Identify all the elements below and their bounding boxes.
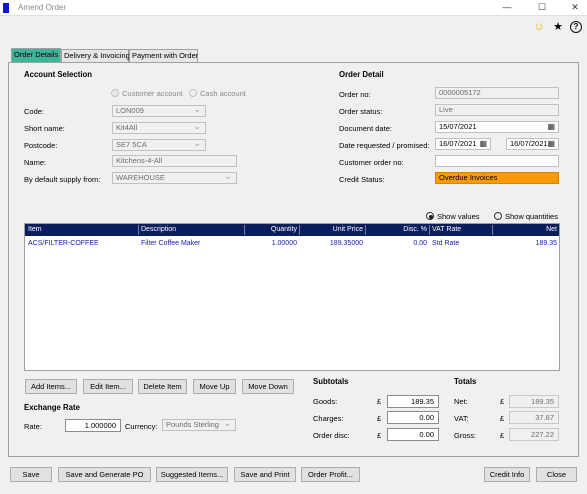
name-field[interactable]: Kitchens-4-All — [112, 155, 237, 167]
col-description[interactable]: Description — [141, 224, 176, 236]
date-requested-field[interactable]: 16/07/2021 — [435, 138, 491, 150]
date-requested-label: Date requested / promised: — [339, 141, 430, 150]
charges-currency-symbol: £ — [377, 414, 382, 423]
document-date-field[interactable]: 15/07/2021 — [435, 121, 559, 133]
order-no-field: 0000005172 — [435, 87, 559, 99]
app-icon — [3, 3, 9, 13]
order-status-field: Live — [435, 104, 559, 116]
star-icon[interactable]: ★ — [551, 20, 565, 34]
credit-status-label: Credit Status: — [339, 175, 385, 184]
net-label: Net: — [454, 397, 468, 406]
move-down-button[interactable]: Move Down — [242, 379, 294, 394]
move-up-button[interactable]: Move Up — [193, 379, 236, 394]
col-quantity[interactable]: Quantity — [245, 224, 297, 236]
gross-label: Gross: — [454, 431, 477, 440]
show-quantities-label: Show quantities — [505, 212, 558, 221]
vat-label: VAT: — [454, 414, 469, 423]
save-generate-po-button[interactable]: Save and Generate PO — [58, 467, 151, 482]
customer-account-radio[interactable] — [111, 89, 119, 97]
col-unit-price[interactable]: Unit Price — [300, 224, 363, 236]
goods-value: 189.35 — [387, 395, 439, 408]
order-disc-input[interactable]: 0.00 — [387, 428, 439, 441]
customer-order-no-input[interactable] — [435, 155, 559, 167]
goods-currency-symbol: £ — [377, 397, 382, 406]
col-net[interactable]: Net — [493, 224, 557, 236]
date-promised-field[interactable]: 16/07/2021 — [506, 138, 559, 150]
net-currency-symbol: £ — [500, 397, 505, 406]
disc-currency-symbol: £ — [377, 431, 382, 440]
cash-account-radio[interactable] — [189, 89, 197, 97]
tab-order-details[interactable]: Order Details — [11, 48, 61, 62]
order-lines-grid[interactable]: Item Description Quantity Unit Price Dis… — [24, 223, 560, 371]
exchange-rate-heading: Exchange Rate — [24, 403, 80, 412]
smiley-icon[interactable]: ☺ — [532, 20, 546, 34]
rate-label: Rate: — [24, 422, 42, 431]
credit-info-button[interactable]: Credit Info — [484, 467, 530, 482]
default-supply-select[interactable]: WAREHOUSE — [112, 172, 237, 184]
order-detail-heading: Order Detail — [339, 70, 384, 79]
currency-select[interactable]: Pounds Sterling — [162, 419, 236, 431]
row-vat-rate[interactable]: Std Rate — [432, 238, 459, 249]
title-bar: Amend Order — ☐ ✕ — [0, 0, 587, 16]
show-values-radio[interactable] — [426, 212, 434, 220]
col-item[interactable]: Item — [28, 224, 42, 236]
customer-order-no-label: Customer order no: — [339, 158, 404, 167]
gross-currency-symbol: £ — [500, 431, 505, 440]
close-button[interactable]: Close — [536, 467, 577, 482]
col-vat-rate[interactable]: VAT Rate — [432, 224, 461, 236]
goods-label: Goods: — [313, 397, 338, 406]
tab-delivery-invoicing[interactable]: Delivery & Invoicing — [61, 49, 130, 62]
cash-account-label: Cash account — [200, 89, 246, 98]
suggested-items-button[interactable]: Suggested Items... — [156, 467, 228, 482]
row-disc[interactable]: 0.00 — [366, 238, 427, 249]
row-net[interactable]: 189.35 — [493, 238, 557, 249]
show-quantities-radio[interactable] — [494, 212, 502, 220]
name-label: Name: — [24, 158, 47, 167]
currency-label: Currency: — [125, 422, 158, 431]
save-button[interactable]: Save — [10, 467, 52, 482]
row-unit-price[interactable]: 189.35000 — [300, 238, 363, 249]
short-name-label: Short name: — [24, 124, 65, 133]
postcode-label: Postcode: — [24, 141, 58, 150]
row-description[interactable]: Filter Coffee Maker — [141, 238, 200, 249]
net-total: 189.35 — [509, 395, 559, 408]
window-title: Amend Order — [18, 3, 67, 12]
minimize-button[interactable]: — — [497, 1, 517, 14]
row-item[interactable]: ACS/FILTER-COFFEE — [28, 238, 99, 249]
rate-input[interactable]: 1.000000 — [65, 419, 121, 432]
add-items-button[interactable]: Add Items... — [25, 379, 77, 394]
vat-currency-symbol: £ — [500, 414, 505, 423]
grid-header: Item Description Quantity Unit Price Dis… — [25, 224, 559, 236]
order-profit-button[interactable]: Order Profit... — [301, 467, 360, 482]
code-label: Code: — [24, 107, 45, 116]
row-quantity[interactable]: 1.00000 — [245, 238, 297, 249]
help-icon[interactable]: ? — [570, 21, 582, 33]
account-selection-heading: Account Selection — [24, 70, 93, 79]
col-disc[interactable]: Disc. % — [366, 224, 427, 236]
subtotals-heading: Subtotals — [313, 377, 349, 386]
default-supply-label: By default supply from: — [24, 175, 101, 184]
delete-item-button[interactable]: Delete Item — [138, 379, 187, 394]
short-name-field[interactable]: Kit4All — [112, 122, 206, 134]
close-window-button[interactable]: ✕ — [565, 1, 585, 14]
customer-account-label: Customer account — [122, 89, 183, 98]
save-print-button[interactable]: Save and Print — [234, 467, 296, 482]
totals-heading: Totals — [454, 377, 477, 386]
edit-item-button[interactable]: Edit Item... — [83, 379, 133, 394]
order-status-label: Order status: — [339, 107, 383, 116]
code-field[interactable]: LON009 — [112, 105, 206, 117]
order-no-label: Order no: — [339, 90, 371, 99]
gross-total: 227.22 — [509, 428, 559, 441]
tab-payment-with-order[interactable]: Payment with Order — [129, 49, 198, 62]
charges-label: Charges: — [313, 414, 344, 423]
credit-status-field: Overdue Invoices — [435, 172, 559, 184]
order-disc-label: Order disc: — [313, 431, 350, 440]
document-date-label: Document date: — [339, 124, 392, 133]
maximize-button[interactable]: ☐ — [532, 1, 552, 14]
vat-total: 37.87 — [509, 411, 559, 424]
charges-input[interactable]: 0.00 — [387, 411, 439, 424]
postcode-field[interactable]: SE7 5CA — [112, 139, 206, 151]
show-values-label: Show values — [437, 212, 480, 221]
